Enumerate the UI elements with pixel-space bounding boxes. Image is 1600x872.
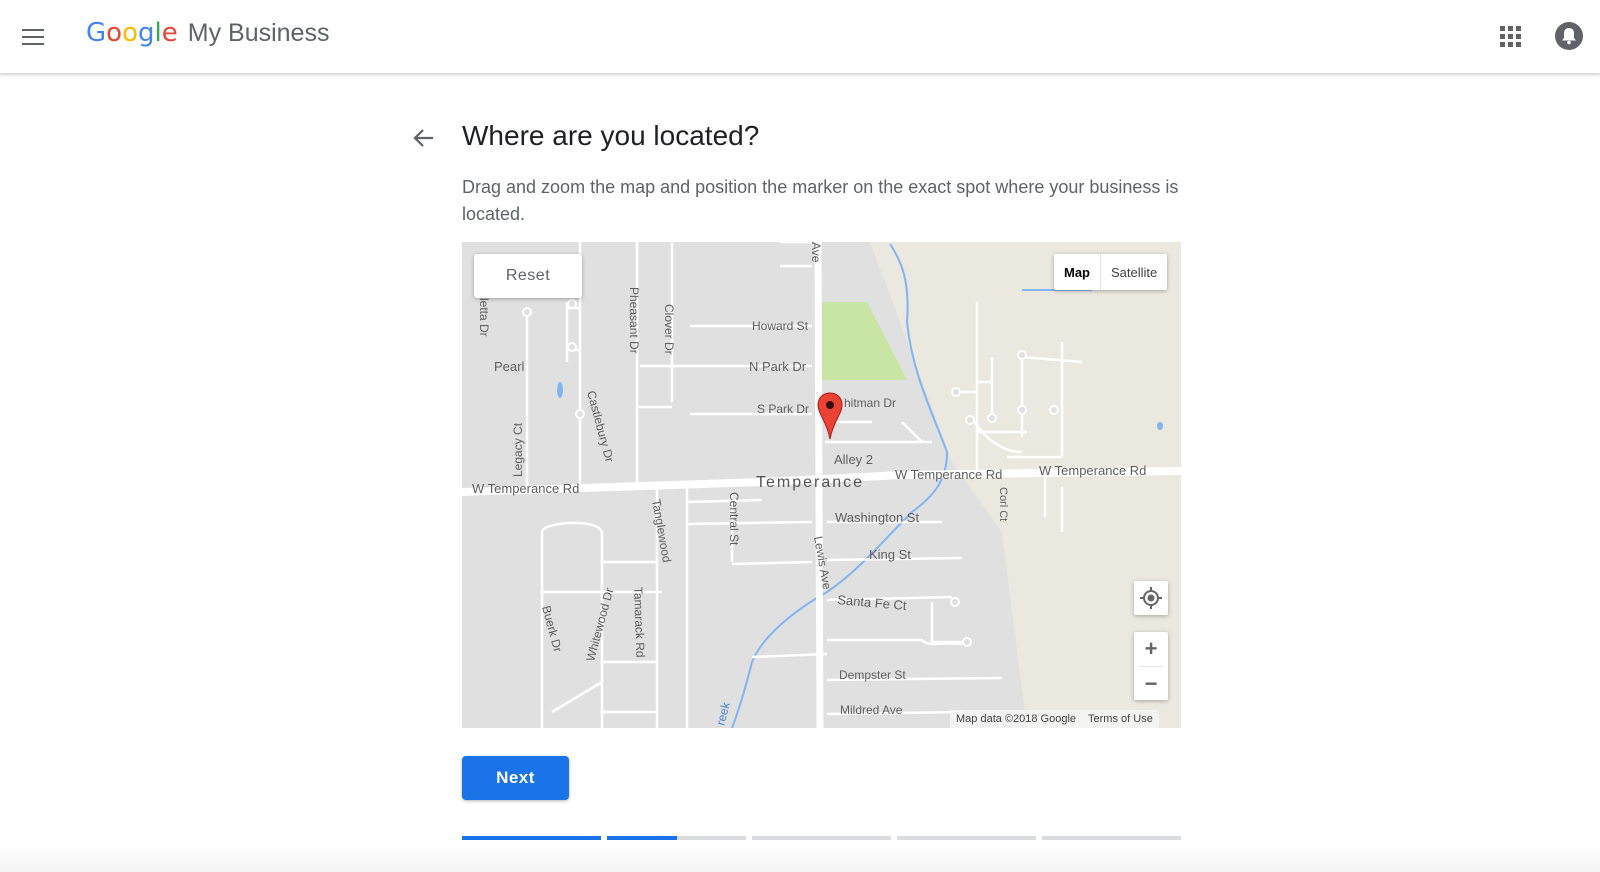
page-title: Where are you located? <box>462 120 760 151</box>
label-dempster-st: Dempster St <box>839 668 906 682</box>
location-marker-icon[interactable] <box>817 392 843 445</box>
label-howard-st: Howard St <box>752 319 809 333</box>
label-corl-ct: Corl Ct <box>997 487 1009 521</box>
label-etta-dr: letta Dr <box>477 298 491 337</box>
brand-letter: G <box>86 18 107 48</box>
label-alley-2: Alley 2 <box>834 452 873 467</box>
label-pheasant-dr: Pheasant Dr <box>627 287 641 354</box>
label-tamarack-rd: Tamarack Rd <box>631 587 647 658</box>
map-canvas[interactable]: Howard St N Park Dr S Park Dr hitman Dr … <box>462 242 1181 728</box>
label-central-st: Central St <box>727 492 741 546</box>
label-w-temperance-rd-mid: W Temperance Rd <box>895 467 1002 482</box>
brand-letter: l <box>154 18 162 48</box>
location-map[interactable]: Howard St N Park Dr S Park Dr hitman Dr … <box>462 242 1181 728</box>
label-clover-dr: Clover Dr <box>662 304 676 355</box>
label-w-temperance-rd-west: W Temperance Rd <box>472 481 579 496</box>
label-washington-st: Washington St <box>835 510 919 525</box>
progress-step-1 <box>462 836 601 840</box>
brand-letter: e <box>161 18 178 48</box>
zoom-in-button[interactable]: + <box>1134 632 1168 666</box>
map-attribution: Map data ©2018 Google Terms of Use <box>950 710 1159 728</box>
progress-step-5 <box>1042 836 1181 840</box>
my-location-icon[interactable] <box>1134 581 1168 615</box>
label-ave-top: Ave <box>809 242 823 263</box>
terms-of-use-link[interactable]: Terms of Use <box>1088 713 1153 725</box>
product-name: My Business <box>187 19 330 47</box>
label-temperance: Temperance <box>756 474 864 491</box>
label-w-temperance-rd-east: W Temperance Rd <box>1039 463 1146 478</box>
map-pond-east <box>1157 422 1163 430</box>
zoom-control: + − <box>1134 632 1168 700</box>
label-legacy-ct: Legacy Ct <box>511 422 525 477</box>
map-data-credit: Map data ©2018 Google <box>956 713 1077 725</box>
brand-logo[interactable]: Google My Business <box>86 18 329 54</box>
apps-grid-icon[interactable] <box>1498 24 1524 50</box>
page-bottom-shadow <box>0 846 1600 872</box>
page-subtitle: Drag and zoom the map and position the m… <box>462 177 1179 224</box>
label-n-park-dr: N Park Dr <box>749 359 807 374</box>
progress-step-3 <box>752 836 891 840</box>
label-mildred-ave: Mildred Ave <box>840 703 903 717</box>
google-wordmark: Google <box>86 18 178 48</box>
progress-step-fill <box>607 836 677 840</box>
label-s-park-dr: S Park Dr <box>757 402 809 416</box>
brand-letter: o <box>106 18 123 48</box>
label-king-st: King St <box>869 547 911 562</box>
back-arrow-icon[interactable] <box>410 124 438 152</box>
progress-step-fill <box>462 836 601 840</box>
map-type-satellite-button[interactable]: Satellite <box>1100 254 1167 290</box>
top-app-bar: Google My Business <box>0 0 1600 74</box>
label-whitman-dr: hitman Dr <box>844 396 896 410</box>
map-pond <box>557 382 563 398</box>
map-type-map-button[interactable]: Map <box>1054 254 1100 290</box>
next-button[interactable]: Next <box>462 756 569 800</box>
brand-letter: g <box>138 18 155 48</box>
label-pearl: Pearl <box>494 359 524 374</box>
zoom-out-button[interactable]: − <box>1134 667 1168 701</box>
map-type-control: Map Satellite <box>1054 254 1168 290</box>
reset-button[interactable]: Reset <box>474 254 582 298</box>
hamburger-menu-icon[interactable] <box>18 22 48 52</box>
progress-step-2 <box>607 836 746 840</box>
progress-step-4 <box>897 836 1036 840</box>
brand-letter: o <box>122 18 138 48</box>
notification-bell-icon[interactable] <box>1555 22 1583 50</box>
step-progress-bar <box>462 836 1181 840</box>
